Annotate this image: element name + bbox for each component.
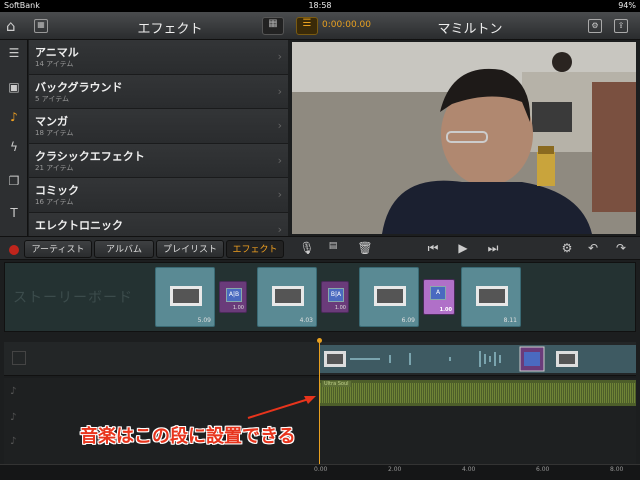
annotation-text: 音楽はこの段に設置できる — [80, 426, 296, 447]
annotation-arrow — [247, 396, 316, 419]
